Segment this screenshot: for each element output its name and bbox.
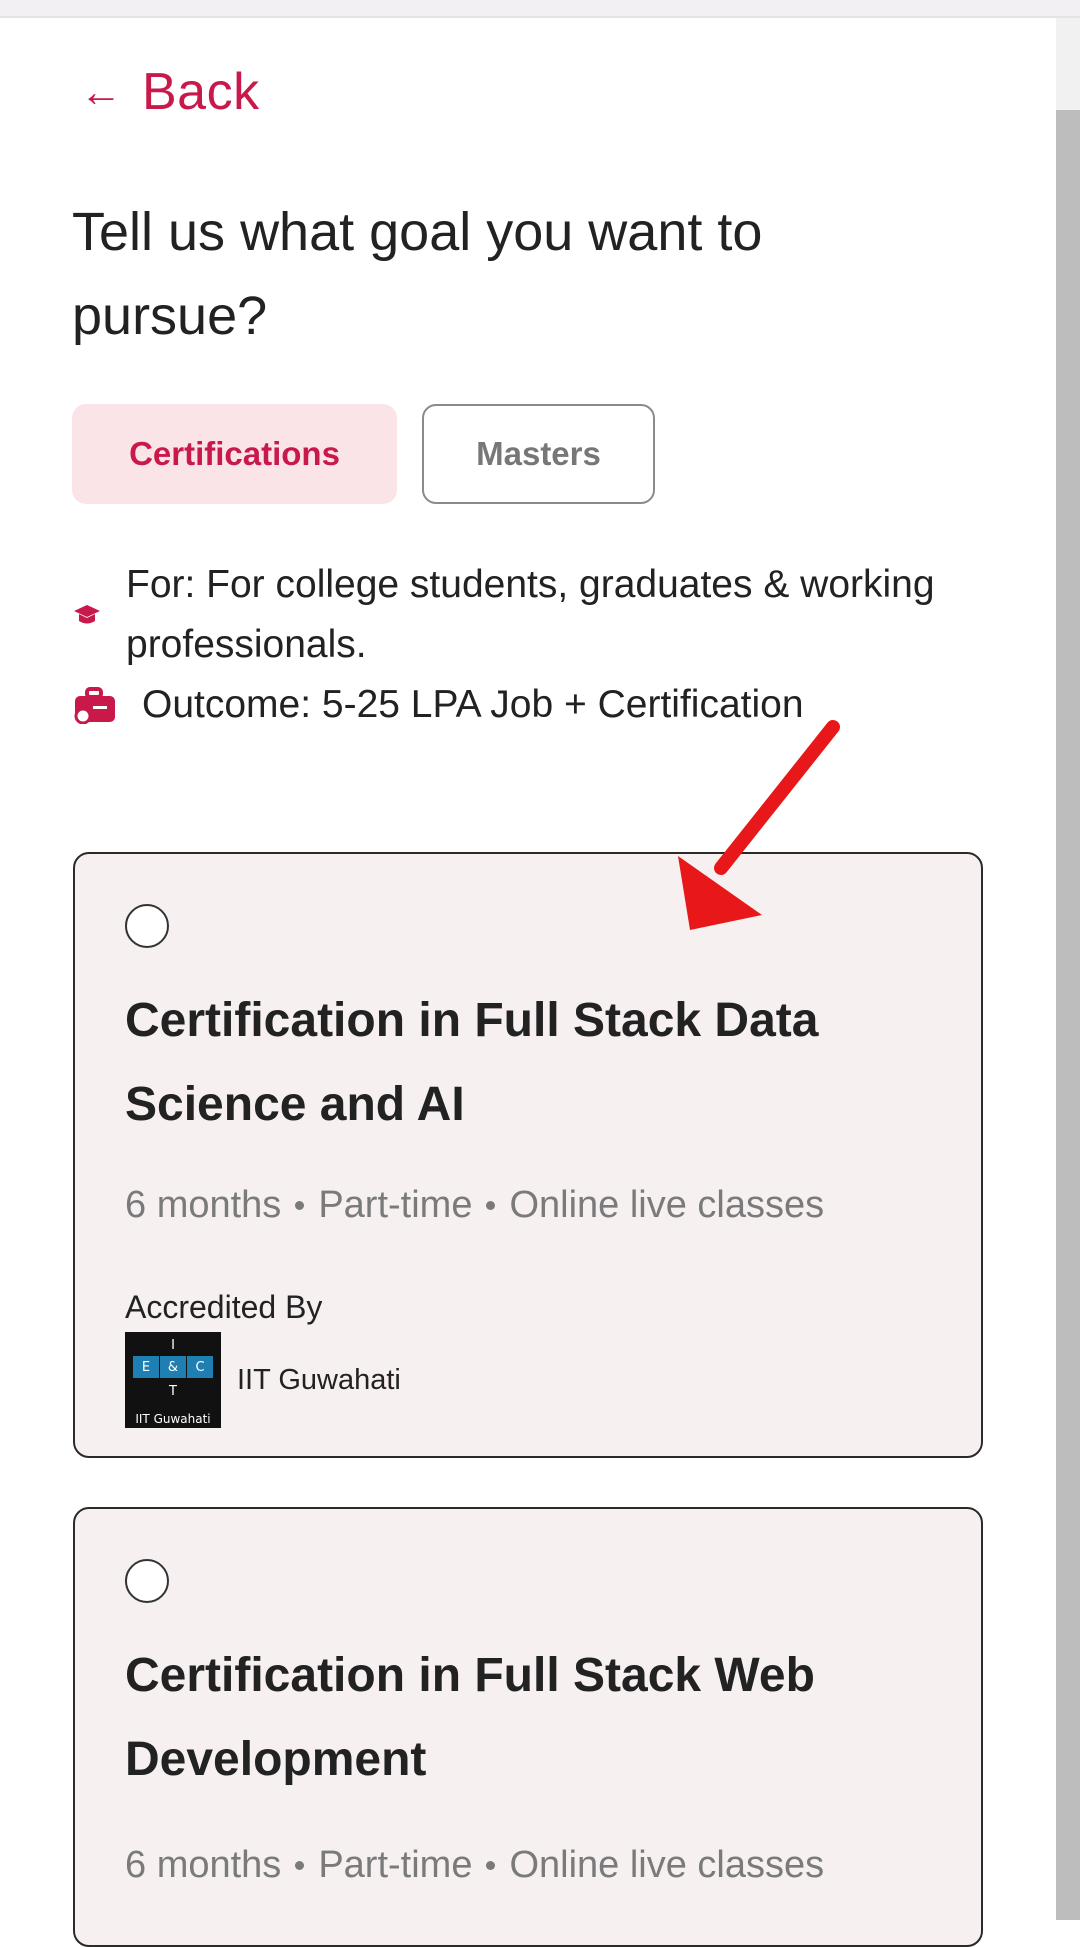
info-for: For: For college students, graduates & w…: [72, 555, 952, 675]
back-button[interactable]: ← Back: [80, 62, 260, 122]
course-card[interactable]: Certification in Full Stack Data Science…: [73, 852, 983, 1458]
course-radio[interactable]: [125, 904, 169, 948]
logo-letter: C: [187, 1356, 213, 1378]
logo-letter: E: [133, 1356, 159, 1378]
tab-masters[interactable]: Masters: [422, 404, 655, 504]
for-text: For: For college students, graduates & w…: [126, 563, 935, 666]
tab-certifications[interactable]: Certifications: [72, 404, 397, 504]
course-title: Certification in Full Stack Web Developm…: [125, 1649, 815, 1786]
logo-letter: I: [171, 1337, 175, 1353]
course-delivery: Online live classes: [509, 1844, 825, 1886]
course-mode: Part-time: [318, 1844, 473, 1886]
graduation-cap-icon: [72, 597, 102, 633]
course-duration: 6 months: [125, 1844, 282, 1886]
separator-dot: [295, 1201, 305, 1210]
accreditor: I E & C T IIT Guwahati IIT Guwahati: [125, 1332, 401, 1428]
institute-logo: I E & C T IIT Guwahati: [125, 1332, 221, 1428]
outcome-text: Outcome: 5-25 LPA Job + Certification: [142, 683, 804, 726]
briefcase-money-icon: [72, 687, 118, 724]
scrollbar-thumb[interactable]: [1056, 110, 1080, 1920]
info-outcome: Outcome: 5-25 LPA Job + Certification: [72, 675, 952, 735]
separator-dot: [486, 1201, 496, 1210]
course-delivery: Online live classes: [509, 1184, 825, 1226]
institute-name: IIT Guwahati: [237, 1363, 401, 1396]
course-title: Certification in Full Stack Data Science…: [125, 994, 819, 1131]
course-duration: 6 months: [125, 1184, 282, 1226]
separator-dot: [486, 1861, 496, 1870]
logo-letter: T: [169, 1383, 177, 1399]
course-meta: 6 months Part-time Online live classes: [125, 1184, 824, 1227]
logo-letter: &: [160, 1356, 186, 1378]
course-card[interactable]: Certification in Full Stack Web Developm…: [73, 1507, 983, 1947]
page-title: Tell us what goal you want to pursue?: [72, 202, 763, 346]
accredited-label: Accredited By: [125, 1289, 323, 1325]
logo-caption: IIT Guwahati: [135, 1412, 211, 1426]
arrow-left-icon: ←: [80, 68, 122, 115]
course-radio[interactable]: [125, 1559, 169, 1603]
course-mode: Part-time: [318, 1184, 473, 1226]
separator-dot: [295, 1861, 305, 1870]
top-strip: [0, 0, 1080, 18]
course-meta: 6 months Part-time Online live classes: [125, 1844, 824, 1887]
back-label: Back: [142, 63, 260, 121]
